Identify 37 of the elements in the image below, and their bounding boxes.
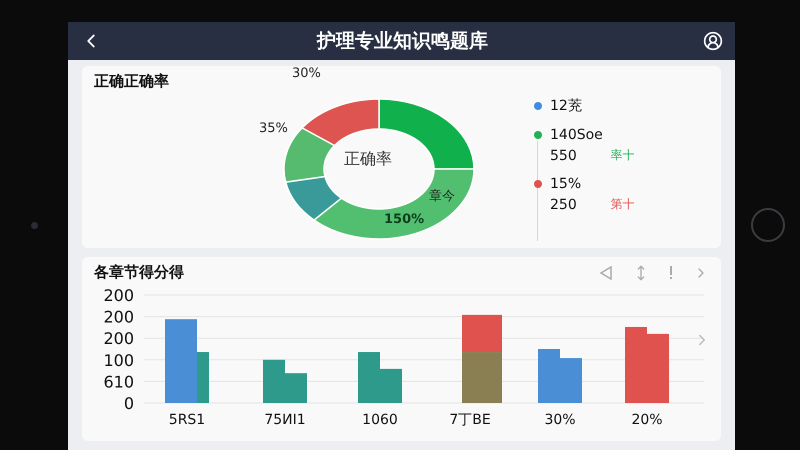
donut-label: 150% (384, 212, 424, 227)
legend-note: 第十 (610, 196, 635, 213)
donut-label: 章今 (429, 188, 455, 205)
legend-label: 12茺 (550, 97, 582, 115)
bar (462, 314, 502, 352)
page-title: 护理专业知识鸣题库 (317, 29, 488, 54)
exclamation-icon[interactable] (669, 266, 673, 280)
x-axis-label: 20% (631, 412, 663, 428)
donut-center-label: 正确率 (344, 149, 392, 170)
donut-label: 35% (259, 121, 288, 136)
legend-value: 550 (550, 148, 577, 164)
card-title: 正确正确率 (94, 72, 169, 91)
x-axis-label: 7丁BE (449, 412, 491, 428)
user-icon[interactable] (703, 31, 723, 51)
bar (647, 334, 669, 403)
bar (560, 358, 582, 403)
card-title: 各章节得分得 (94, 263, 184, 282)
legend-value: 250 (550, 196, 577, 212)
bar (538, 349, 560, 403)
bar (462, 352, 502, 403)
y-axis-label: 0 (124, 394, 134, 413)
x-axis-label: 75ИI1 (264, 412, 306, 428)
camera-dot (30, 222, 38, 228)
y-axis-label: 200 (103, 329, 134, 348)
y-axis-label: 100 (103, 350, 134, 370)
legend-label: 15% (550, 176, 582, 192)
x-axis-label: 30% (544, 412, 576, 428)
legend-note: 率十 (610, 147, 635, 164)
home-button[interactable] (750, 208, 784, 242)
legend-label: 140Soe (550, 127, 603, 143)
y-axis-label: 610 (103, 372, 134, 392)
y-axis-label: 200 (103, 286, 134, 305)
donut-label: 30% (292, 66, 321, 81)
x-axis-label: 5RS1 (168, 412, 206, 428)
triangle-left-icon[interactable] (599, 266, 613, 280)
x-axis-label: 1060 (362, 412, 398, 428)
y-axis-label: 200 (103, 308, 134, 327)
